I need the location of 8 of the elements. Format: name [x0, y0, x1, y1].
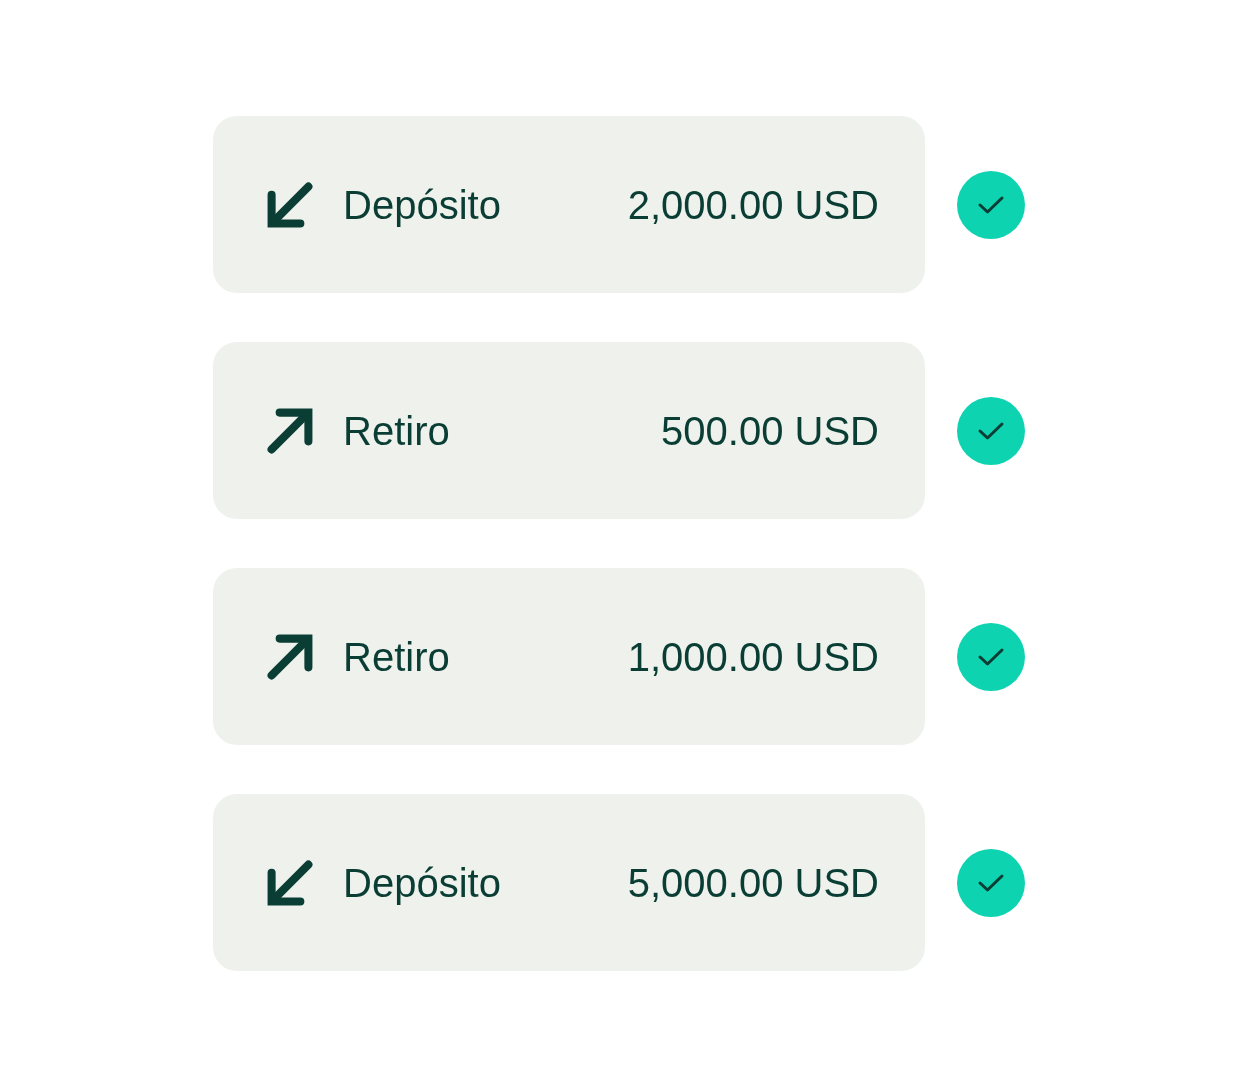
transaction-type-label: Depósito	[343, 181, 501, 229]
amount-text: 1,000.00 USD	[627, 633, 879, 681]
amount-text: 500.00 USD	[661, 407, 879, 455]
amount-text: 2,000.00 USD	[627, 181, 879, 229]
amount-text: 5,000.00 USD	[627, 859, 879, 907]
transaction-type-label: Depósito	[343, 859, 501, 907]
transaction-type-label: Retiro	[343, 407, 450, 455]
transaction-type-label: Retiro	[343, 633, 450, 681]
